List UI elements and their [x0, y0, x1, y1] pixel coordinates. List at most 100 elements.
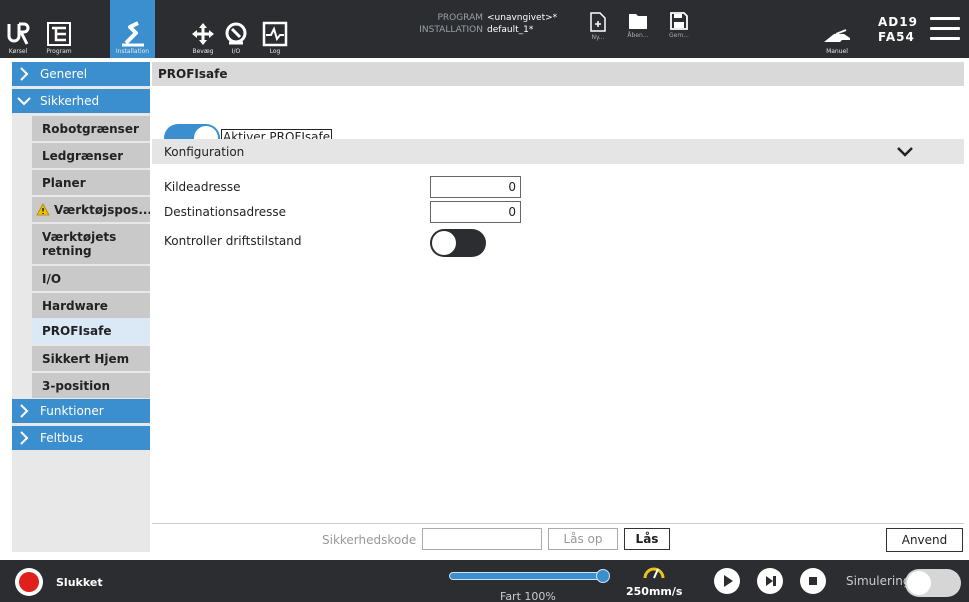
sidebar-item-label: Værktøjspos... — [54, 202, 150, 217]
stop-icon — [809, 577, 817, 585]
step-icon — [766, 576, 776, 586]
io-icon — [225, 22, 247, 45]
stop-button[interactable] — [800, 568, 826, 594]
sidebar-item-io[interactable]: I/O — [32, 266, 150, 291]
mode-label: Manuel — [826, 48, 848, 55]
chevron-right-icon — [20, 404, 29, 418]
apply-button[interactable]: Anvend — [886, 528, 963, 552]
configuration-section-header[interactable]: Konfiguration — [152, 139, 964, 164]
sidebar-item-planes[interactable]: Planer — [32, 170, 150, 195]
sidebar-item-3-position[interactable]: 3-position — [32, 373, 150, 398]
save-label: Gem... — [669, 32, 689, 39]
power-status-text: Slukket — [56, 576, 103, 589]
new-button[interactable]: Ny... — [578, 0, 618, 58]
sidebar-item-robot-limits[interactable]: Robotgrænser — [32, 116, 150, 141]
sidebar-item-features[interactable]: Funktioner — [12, 399, 150, 423]
folder-icon — [629, 14, 647, 29]
chevron-right-icon — [20, 67, 29, 81]
sidebar-item-label: 3-position — [42, 378, 111, 393]
safety-code-input[interactable] — [422, 528, 542, 550]
open-label: Åben... — [627, 32, 649, 39]
sidebar-item-tool-position[interactable]: Værktøjspos... — [32, 197, 150, 222]
nav-log-button[interactable]: Log — [258, 0, 292, 58]
nav-run-label: Kørsel — [8, 48, 28, 55]
nav-run-button[interactable]: Kørsel — [0, 0, 36, 58]
play-icon — [724, 575, 733, 587]
sidebar-item-label: Sikkerhed — [40, 94, 100, 108]
installation-key: INSTALLATION — [419, 25, 483, 35]
speedometer-icon — [643, 567, 665, 579]
sidebar-item-profisafe[interactable]: PROFIsafe — [32, 318, 150, 344]
sidebar-item-general[interactable]: Generel — [12, 62, 150, 86]
nav-io-label: I/O — [231, 48, 241, 55]
save-icon — [670, 12, 688, 30]
check-operating-mode-toggle[interactable] — [430, 229, 486, 257]
new-label: Ny... — [591, 34, 605, 41]
speed-slider-track[interactable] — [449, 572, 604, 580]
open-button[interactable]: Åben... — [618, 0, 658, 58]
power-button[interactable] — [15, 568, 43, 596]
sidebar-item-tool-direction[interactable]: Værktøjets retning — [32, 224, 150, 264]
hand-icon — [824, 29, 850, 42]
sidebar-item-fieldbus[interactable]: Feltbus — [12, 426, 150, 450]
sidebar-item-label: I/O — [42, 271, 62, 286]
safety-code-label: Sikkerhedskode — [322, 533, 417, 547]
step-button[interactable] — [757, 568, 783, 594]
sidebar-item-label: Generel — [40, 67, 88, 81]
robot-id-line-2: FA54 — [878, 30, 915, 44]
simulation-toggle[interactable] — [905, 569, 961, 597]
status-bar: Slukket Fart 100% 250mm/s Simulering — [0, 560, 969, 602]
sidebar-item-safe-home[interactable]: Sikkert Hjem — [32, 346, 150, 371]
installation-icon — [121, 21, 144, 47]
sidebar-item-label: PROFIsafe — [42, 324, 112, 338]
tcp-speed-value: 250mm/s — [626, 585, 683, 598]
check-operating-mode-label: Kontroller driftstilstand — [164, 234, 302, 248]
robot-id-line-1: AD19 — [878, 15, 918, 29]
sidebar: Generel Sikkerhed Robotgrænser Ledgrænse… — [12, 62, 150, 552]
nav-program-label: Program — [46, 48, 72, 55]
nav-program-button[interactable]: Program — [38, 0, 80, 58]
sidebar-item-hardware[interactable]: Hardware — [32, 293, 150, 318]
sidebar-item-joint-limits[interactable]: Ledgrænser — [32, 143, 150, 168]
sidebar-item-safety[interactable]: Sikkerhed — [12, 89, 150, 113]
sidebar-item-label: Funktioner — [40, 404, 104, 418]
page-title: PROFIsafe — [152, 62, 964, 86]
sidebar-item-label: Robotgrænser — [42, 121, 139, 136]
robot-id: AD19 FA54 — [878, 15, 918, 45]
chevron-down-icon[interactable] — [896, 145, 914, 159]
nav-move-label: Bevæg — [192, 48, 214, 55]
header-bar: Kørsel Program Installation Bevæg I/O Lo… — [0, 0, 969, 58]
sidebar-item-label: Sikkert Hjem — [42, 351, 130, 366]
speed-percentage: Fart 100% — [500, 590, 556, 602]
nav-log-label: Log — [269, 48, 281, 55]
operating-mode-button[interactable]: Manuel — [812, 0, 862, 58]
program-key: PROGRAM — [437, 13, 483, 23]
new-file-icon — [590, 12, 606, 32]
source-address-input[interactable]: 0 — [430, 176, 521, 198]
program-tree-icon — [47, 22, 71, 46]
safety-footer: Sikkerhedskode Lås op Lås Anvend — [152, 523, 964, 553]
source-address-label: Kildeadresse — [164, 180, 241, 194]
lock-button[interactable]: Lås — [624, 528, 670, 550]
sidebar-item-label: Feltbus — [40, 431, 84, 445]
speed-slider-thumb[interactable] — [596, 569, 610, 583]
configuration-title: Konfiguration — [164, 144, 245, 159]
toggle-knob — [907, 571, 931, 595]
nav-io-button[interactable]: I/O — [220, 0, 252, 58]
destination-address-input[interactable]: 0 — [430, 201, 521, 223]
toggle-knob — [432, 231, 456, 255]
sidebar-item-label: Ledgrænser — [42, 148, 124, 163]
program-info: PROGRAM <unavngivet>* INSTALLATION default… — [395, 12, 557, 36]
installation-name: default_1* — [487, 25, 534, 35]
play-button[interactable] — [714, 568, 740, 594]
save-button[interactable]: Gem... — [659, 0, 699, 58]
unlock-button[interactable]: Lås op — [548, 528, 618, 550]
chevron-right-icon — [20, 431, 29, 445]
chevron-down-icon — [17, 97, 31, 106]
nav-move-button[interactable]: Bevæg — [186, 0, 220, 58]
simulation-label: Simulering — [846, 574, 911, 588]
ur-logo-icon — [7, 22, 30, 45]
destination-address-label: Destinationsadresse — [164, 205, 287, 219]
hamburger-menu-icon[interactable] — [930, 17, 960, 41]
nav-installation-button[interactable]: Installation — [110, 0, 155, 58]
